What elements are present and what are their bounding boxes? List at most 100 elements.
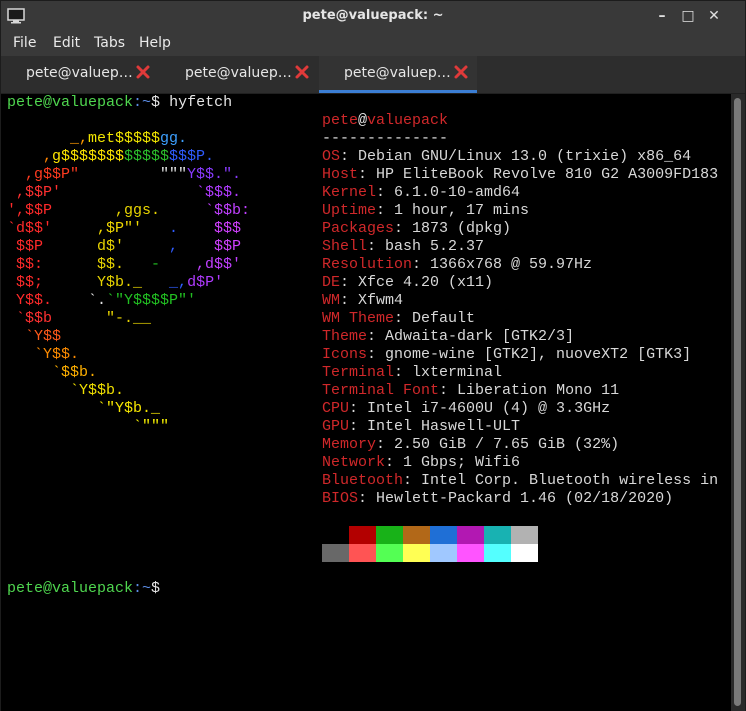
info-row: Shell: bash 5.2.37 — [322, 238, 485, 255]
logo-segment: d$' — [43, 238, 125, 255]
menu-tabs[interactable]: Tabs — [94, 35, 125, 51]
palette-swatch — [430, 544, 457, 562]
info-row: Packages: 1873 (dpkg) — [322, 220, 512, 237]
minimize-button[interactable]: – — [653, 7, 671, 25]
palette-swatch — [511, 544, 538, 562]
info-label: Bluetooth — [322, 472, 404, 489]
info-row: Host: HP EliteBook Revolve 810 G2 A3009F… — [322, 166, 719, 183]
tab-label: pete@valuep… — [185, 65, 292, 81]
info-row: Terminal Font: Liberation Mono 11 — [322, 382, 620, 399]
logo-line: ',$$P ,ggs. `$$b: — [7, 202, 250, 220]
info-value: HP EliteBook Revolve 810 G2 A3009FD183 — [376, 166, 719, 183]
info-label: GPU — [322, 418, 350, 435]
logo-segment: ,$P"' — [52, 220, 143, 237]
logo-segment: `$$b: — [160, 202, 251, 219]
logo-segment: `$$$. — [61, 184, 242, 201]
info-label: Terminal Font — [322, 382, 440, 399]
active-prompt[interactable]: pete@valuepack:~$ — [7, 580, 160, 598]
palette-swatch — [403, 544, 430, 562]
info-value: Intel Haswell-ULT — [367, 418, 521, 435]
maximize-icon: □ — [681, 8, 695, 24]
menu-bar: File Edit Tabs Help — [1, 32, 745, 56]
info-header: pete@valuepack — [322, 112, 448, 130]
command-line: pete@valuepack:~$ hyfetch — [7, 94, 232, 112]
info-value: Adwaita-dark [GTK2/3] — [385, 328, 575, 345]
tab-label: pete@valuep… — [26, 65, 133, 81]
info-row: WM: Xfwm4 — [322, 292, 404, 309]
menu-help[interactable]: Help — [139, 35, 171, 51]
tab-2[interactable]: pete@valuep… — [160, 56, 318, 93]
logo-segment: - — [124, 256, 161, 273]
command-text: hyfetch — [169, 94, 233, 111]
logo-segment: `""" — [7, 418, 170, 435]
tab-3[interactable]: pete@valuep… — [319, 56, 477, 93]
info-value: Xfce 4.20 (x11) — [358, 274, 494, 291]
logo-segment: `$$b — [7, 310, 53, 327]
logo-segment: `"Y$$$$P"' — [106, 292, 197, 309]
info-row: OS: Debian GNU/Linux 13.0 (trixie) x86_6… — [322, 148, 692, 165]
info-row: Theme: Adwaita-dark [GTK2/3] — [322, 328, 575, 345]
logo-segment: $$$ — [178, 220, 242, 237]
tab-close-icon[interactable] — [453, 64, 469, 80]
info-value: 1 Gbps; Wifi6 — [403, 454, 521, 471]
logo-segment: ,$$P' — [7, 184, 62, 201]
tab-1[interactable]: pete@valuep… — [1, 56, 159, 93]
logo-line: ,g$$$$$$$$$$$$$$$P. — [7, 148, 214, 166]
logo-segment: $$$$$ — [124, 148, 170, 165]
header-host: valuepack — [367, 112, 449, 129]
logo-segment: ,d$$' — [160, 256, 242, 273]
tab-close-icon[interactable] — [135, 64, 151, 80]
logo-segment: `Y$$b. — [7, 382, 125, 399]
logo-segment: `Y$$ — [7, 328, 62, 345]
info-value: lxterminal — [412, 364, 503, 381]
logo-line: $$P d$' , $$P — [7, 238, 241, 256]
logo-segment: Y$$. — [7, 292, 53, 309]
tab-close-icon[interactable] — [294, 64, 310, 80]
logo-segment: . — [142, 220, 179, 237]
info-value: Intel i7-4600U (4) @ 3.3GHz — [367, 400, 611, 417]
logo-segment: $$. — [43, 256, 125, 273]
close-icon: ✕ — [708, 8, 720, 24]
info-label: Host — [322, 166, 359, 183]
info-separator: -------------- — [322, 130, 449, 147]
tab-bar: pete@valuep… pete@valuep… pete@valuep… — [1, 56, 745, 94]
menu-file[interactable]: File — [13, 35, 36, 51]
palette-swatch — [376, 526, 403, 544]
info-row: WM Theme: Default — [322, 310, 476, 327]
logo-segment: g$$$$$$$ — [52, 148, 125, 165]
logo-line: `$$b. — [7, 364, 97, 382]
logo-segment: Y$$.". — [187, 166, 242, 183]
terminal-output[interactable]: pete@valuepack:~$ hyfetch _,met$$$$$gg. … — [1, 94, 731, 711]
logo-segment: `. — [52, 292, 107, 309]
logo-line: `"Y$b._ — [7, 400, 160, 418]
info-label: DE — [322, 274, 341, 291]
palette-swatch — [511, 526, 538, 544]
logo-segment: "-.__ — [52, 310, 152, 327]
info-value: Debian GNU/Linux 13.0 (trixie) x86_64 — [358, 148, 692, 165]
logo-segment: gg. — [160, 130, 188, 147]
scrollbar-thumb[interactable] — [734, 98, 741, 706]
title-bar[interactable]: pete@valuepack: ~ – □ ✕ — [1, 1, 745, 32]
palette-swatch — [322, 544, 349, 562]
logo-segment: `d$$' — [7, 220, 53, 237]
info-row: Uptime: 1 hour, 17 mins — [322, 202, 530, 219]
info-value: 1366x768 @ 59.97Hz — [430, 256, 593, 273]
info-row: CPU: Intel i7-4600U (4) @ 3.3GHz — [322, 400, 611, 417]
vertical-scrollbar[interactable] — [731, 94, 745, 711]
maximize-button[interactable]: □ — [679, 7, 697, 25]
logo-segment: _, — [7, 130, 89, 147]
info-row: GPU: Intel Haswell-ULT — [322, 418, 521, 435]
palette-swatch — [349, 526, 376, 544]
close-window-button[interactable]: ✕ — [705, 7, 723, 25]
logo-segment: $$P — [7, 238, 44, 255]
menu-edit[interactable]: Edit — [53, 35, 80, 51]
logo-line: ,$$P' `$$$. — [7, 184, 241, 202]
logo-segment: $$: — [7, 256, 44, 273]
info-value: Intel Corp. Bluetooth wireless in — [421, 472, 719, 489]
info-row: Terminal: lxterminal — [322, 364, 503, 381]
info-value: gnome-wine [GTK2], nuoveXT2 [GTK3] — [385, 346, 692, 363]
logo-line: $$: $$. - ,d$$' — [7, 256, 241, 274]
info-label: WM Theme — [322, 310, 395, 327]
header-at: @ — [358, 112, 368, 129]
info-value: Hewlett-Packard 1.46 (02/18/2020) — [376, 490, 674, 507]
